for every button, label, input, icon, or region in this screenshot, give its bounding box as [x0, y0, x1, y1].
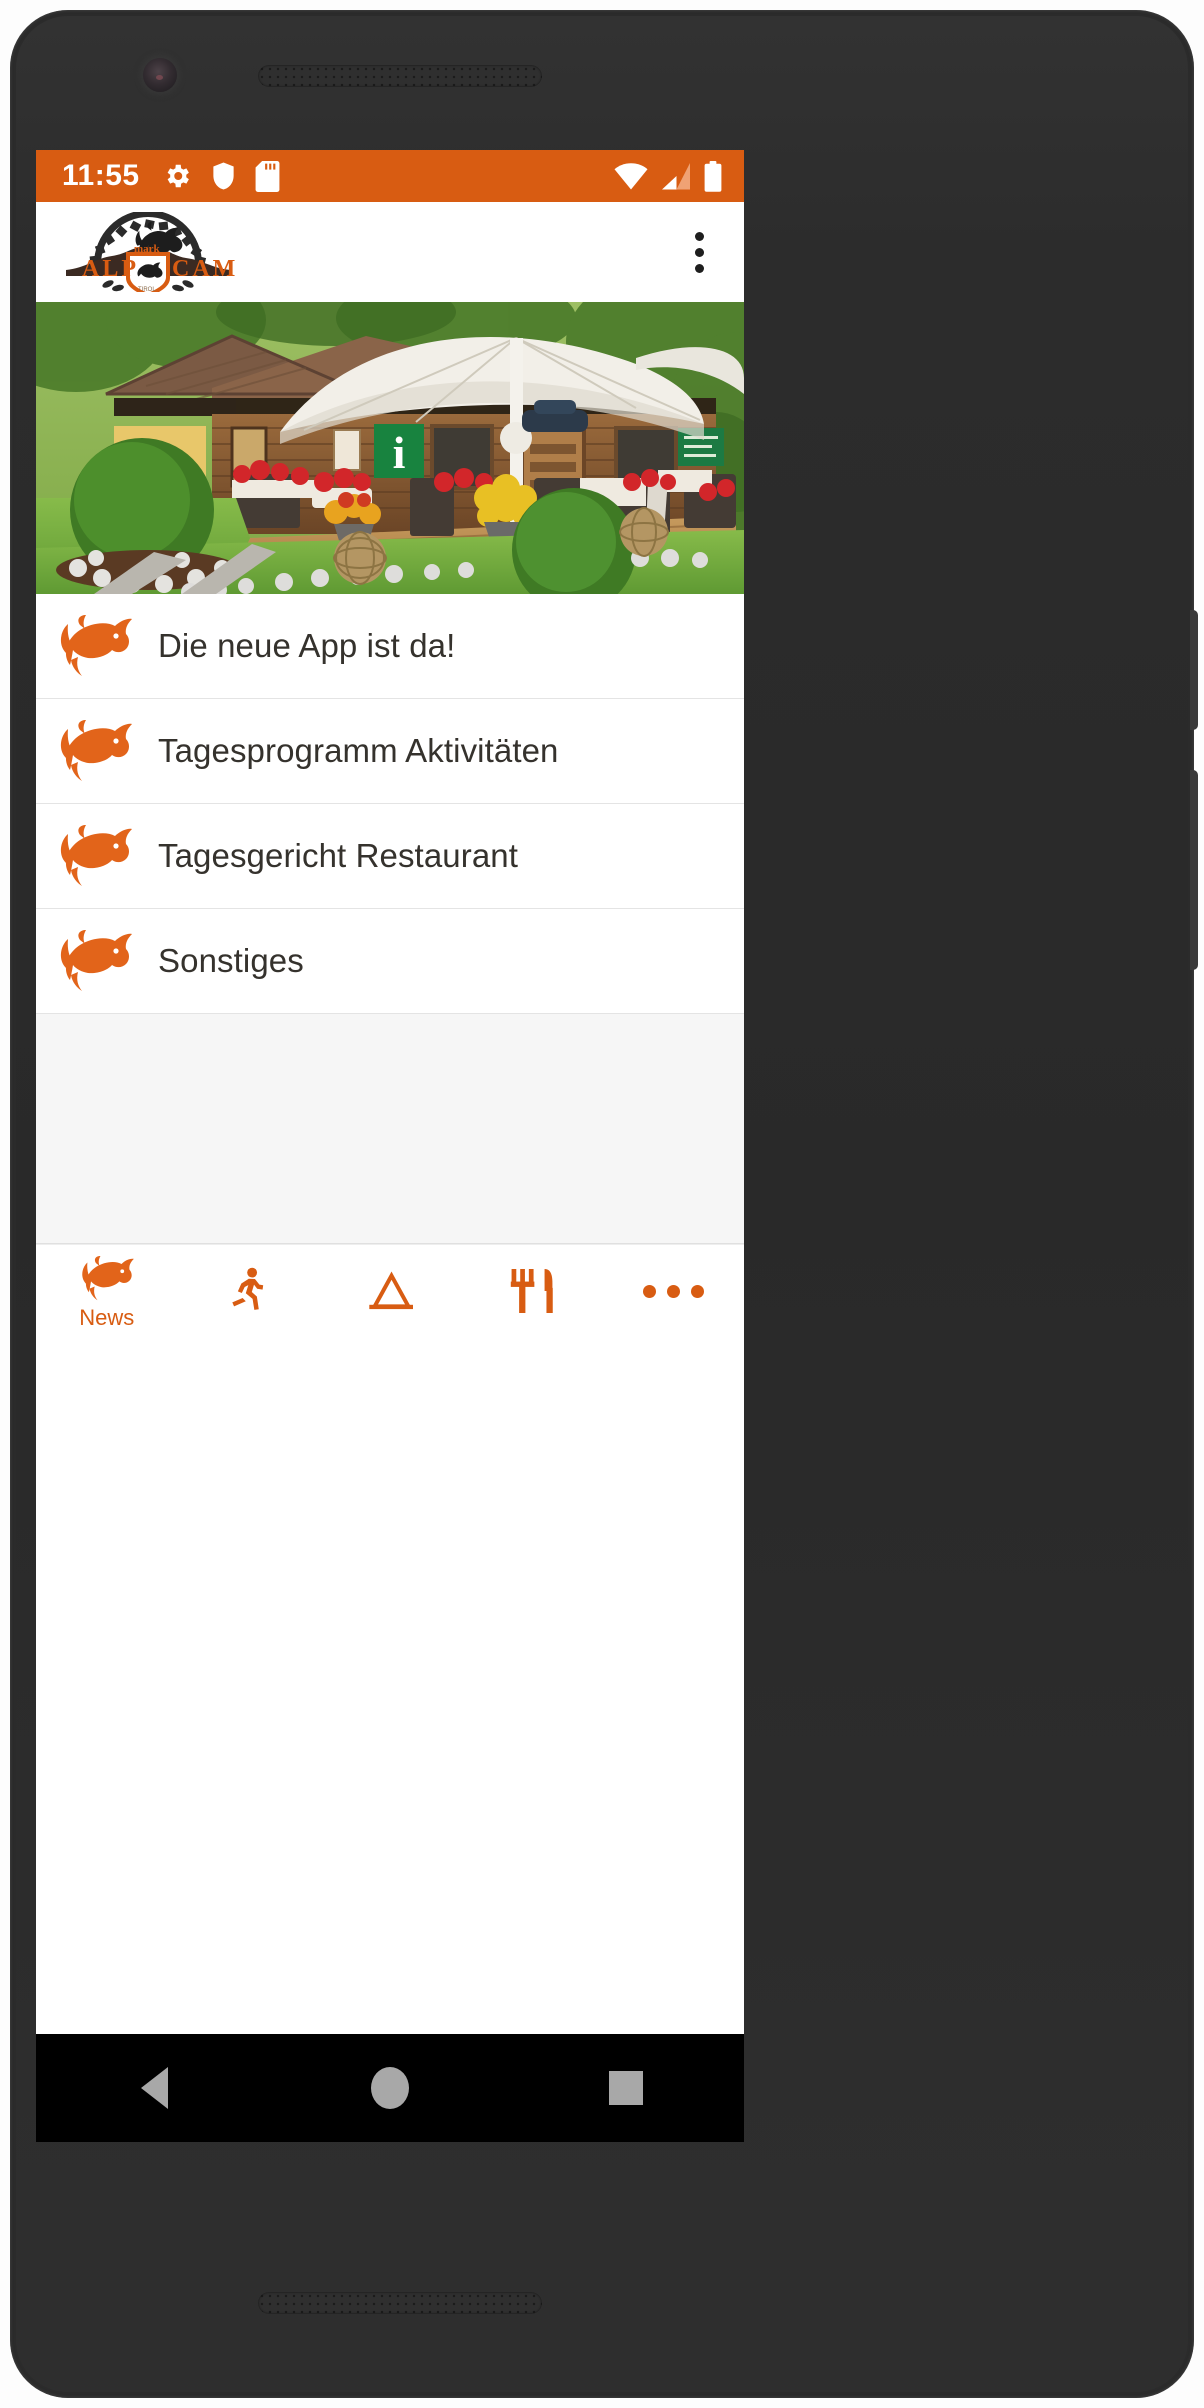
horse-head-icon — [80, 1254, 134, 1302]
list-item[interactable]: Tagesgericht Restaurant — [36, 804, 744, 909]
recents-square-icon[interactable] — [566, 2034, 686, 2142]
status-bar-left-icons — [162, 160, 280, 192]
overflow-dot — [694, 231, 704, 241]
status-bar-right-icons — [614, 160, 728, 192]
tab-camping[interactable] — [319, 1245, 461, 1341]
volume-button[interactable] — [1190, 770, 1198, 970]
list-item[interactable]: Die neue App ist da! — [36, 594, 744, 699]
more-horizontal-icon — [642, 1267, 704, 1315]
home-circle-icon[interactable] — [330, 2034, 450, 2142]
sd-card-icon — [255, 160, 280, 192]
shield-icon — [210, 161, 237, 191]
tent-camping-icon — [366, 1267, 413, 1315]
app-bar: ALP CAMP mark TIROL — [36, 202, 744, 302]
overflow-dot — [694, 263, 704, 273]
bottom-tab-bar: News — [36, 1244, 744, 1340]
list-item-label: Die neue App ist da! — [158, 627, 456, 664]
tab-news[interactable]: News — [36, 1245, 178, 1341]
front-camera-icon — [143, 58, 177, 92]
more-dot — [666, 1284, 680, 1298]
tab-restaurant[interactable] — [461, 1245, 603, 1341]
list-item-label: Tagesgericht Restaurant — [158, 837, 518, 874]
horse-head-icon — [58, 930, 132, 992]
earpiece-speaker-icon — [258, 65, 542, 87]
horse-head-icon — [58, 825, 132, 887]
tab-activities[interactable] — [178, 1245, 320, 1341]
list-item[interactable]: Sonstiges — [36, 909, 744, 1014]
tab-label: News — [79, 1305, 135, 1330]
wifi-icon — [614, 162, 648, 190]
app-logo: ALP CAMP mark TIROL — [60, 210, 253, 297]
svg-text:ALP: ALP — [82, 256, 139, 282]
status-bar-clock: 11:55 — [62, 159, 140, 192]
hero-banner-image[interactable]: i — [36, 302, 744, 594]
power-button[interactable] — [1190, 610, 1198, 730]
more-dot — [642, 1284, 656, 1298]
screenshot-stage: 11:55 ALP CAM mark TIROL i Die neue App … — [0, 0, 1204, 2408]
status-bar: 11:55 — [36, 150, 744, 202]
android-system-nav-bar — [36, 2034, 744, 2142]
list-item-label: Tagesprogramm Aktivitäten — [158, 732, 559, 769]
list-item[interactable]: Tagesprogramm Aktivitäten — [36, 699, 744, 804]
more-vertical-icon[interactable] — [676, 216, 722, 288]
list-item-label: Sonstiges — [158, 942, 304, 979]
horse-head-icon — [58, 615, 132, 677]
cellular-signal-icon — [661, 162, 691, 190]
hero-info-sign-letter: i — [393, 427, 406, 478]
tab-more[interactable] — [602, 1245, 744, 1341]
bottom-speaker-icon — [258, 2292, 542, 2314]
svg-text:mark: mark — [134, 243, 161, 255]
horse-head-icon — [58, 720, 132, 782]
phone-screen: 11:55 ALP CAM mark TIROL i Die neue App … — [36, 150, 744, 2110]
more-dot — [690, 1284, 704, 1298]
fork-knife-icon — [510, 1267, 554, 1315]
gear-icon — [162, 161, 192, 191]
overflow-dot — [694, 247, 704, 257]
empty-list-area — [36, 1014, 744, 1244]
back-triangle-icon[interactable] — [94, 2034, 214, 2142]
running-person-icon — [229, 1267, 267, 1315]
news-list: Die neue App ist da! Tagesprogramm Aktiv… — [36, 594, 744, 1244]
battery-icon — [704, 160, 722, 192]
svg-text:TIROL: TIROL — [138, 287, 156, 292]
svg-text:CAMP: CAMP — [172, 256, 236, 282]
